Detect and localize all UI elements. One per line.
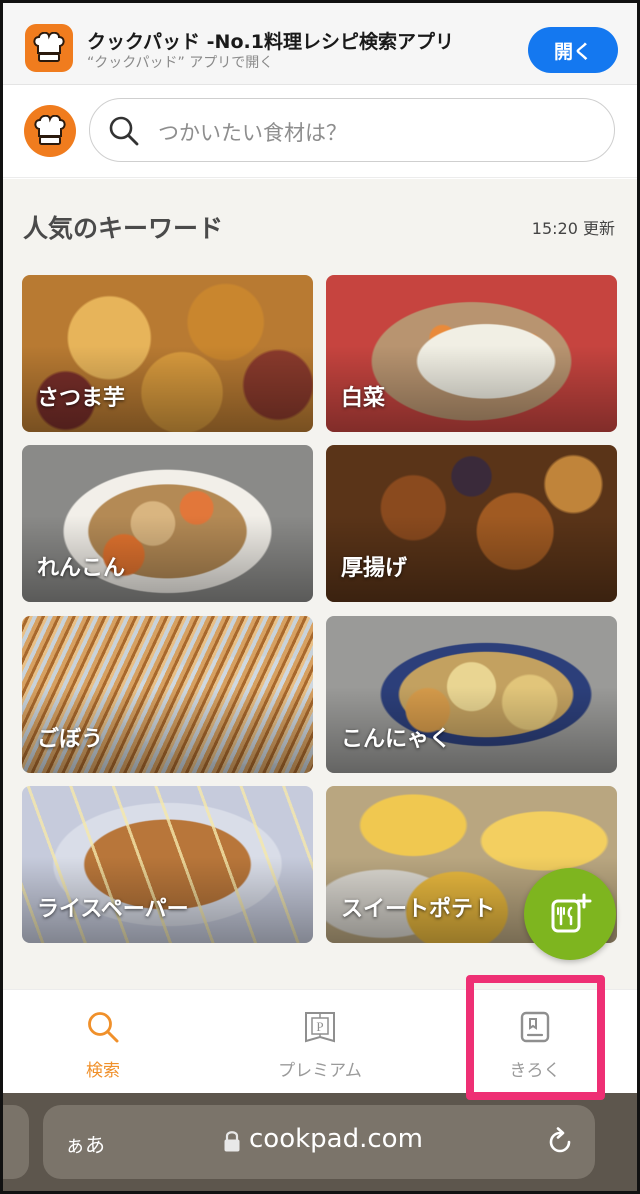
- keyword-label: さつま芋: [37, 386, 126, 411]
- tab-label: 検索: [86, 1061, 120, 1081]
- banner-subtitle: “クックパッド” アプリで開く: [87, 55, 274, 71]
- search-icon: [88, 1012, 119, 1043]
- banner-title: クックパッド -No.1料理レシピ検索アプリ: [87, 31, 454, 53]
- chef-hat-icon: [34, 115, 66, 145]
- browser-address-bar: ぁあ cookpad.com: [3, 1093, 637, 1191]
- search-input[interactable]: つかいたい食材は？: [89, 98, 615, 162]
- keyword-label: スイートポテト: [341, 897, 496, 922]
- reload-icon[interactable]: [545, 1127, 575, 1157]
- chef-hat-icon: [33, 32, 65, 62]
- keyword-tile[interactable]: れんこん: [22, 445, 313, 602]
- url-text: cookpad.com: [249, 1124, 423, 1154]
- keyword-tile[interactable]: ごぼう: [22, 616, 313, 773]
- open-app-button[interactable]: 開く: [528, 27, 618, 73]
- keyword-tile[interactable]: 厚揚げ: [326, 445, 617, 602]
- search-placeholder: つかいたい食材は？: [158, 121, 347, 145]
- lock-icon: [224, 1131, 240, 1152]
- tab-premium[interactable]: P プレミアム: [220, 990, 420, 1094]
- keyword-label: れんこん: [37, 556, 126, 581]
- cookpad-app-icon: [25, 24, 73, 72]
- cookpad-logo[interactable]: [24, 105, 76, 157]
- recipe-plus-icon: [551, 893, 592, 933]
- previous-tab-stub[interactable]: [3, 1105, 29, 1179]
- keyword-label: こんにゃく: [341, 727, 452, 752]
- keyword-tile[interactable]: さつま芋: [22, 275, 313, 432]
- keyword-label: 白菜: [341, 386, 386, 411]
- url-field[interactable]: ぁあ cookpad.com: [43, 1105, 595, 1179]
- keyword-label: ライスペーパー: [37, 897, 189, 922]
- search-header: つかいたい食材は？: [3, 86, 637, 178]
- premium-icon: P: [305, 1012, 335, 1043]
- tab-search[interactable]: 検索: [3, 990, 203, 1094]
- tab-label: プレミアム: [278, 1061, 362, 1081]
- keyword-label: ごぼう: [37, 727, 104, 752]
- section-title: 人気のキーワード: [23, 214, 224, 243]
- popular-keywords-section: 人気のキーワード 15:20 更新 さつま芋 白菜 れんこん 厚揚げ ごぼう こ…: [3, 179, 637, 989]
- record-tab-highlight: [466, 975, 605, 1100]
- text-size-button[interactable]: ぁあ: [65, 1129, 105, 1158]
- svg-text:P: P: [316, 1019, 323, 1034]
- keyword-tile[interactable]: こんにゃく: [326, 616, 617, 773]
- updated-time: 15:20 更新: [531, 219, 615, 238]
- keyword-tile[interactable]: ライスペーパー: [22, 786, 313, 943]
- app-install-banner: クックパッド -No.1料理レシピ検索アプリ “クックパッド” アプリで開く 開…: [3, 3, 637, 85]
- add-recipe-button[interactable]: [524, 868, 616, 960]
- search-icon: [109, 116, 139, 146]
- keyword-label: 厚揚げ: [341, 556, 408, 581]
- keyword-tile[interactable]: 白菜: [326, 275, 617, 432]
